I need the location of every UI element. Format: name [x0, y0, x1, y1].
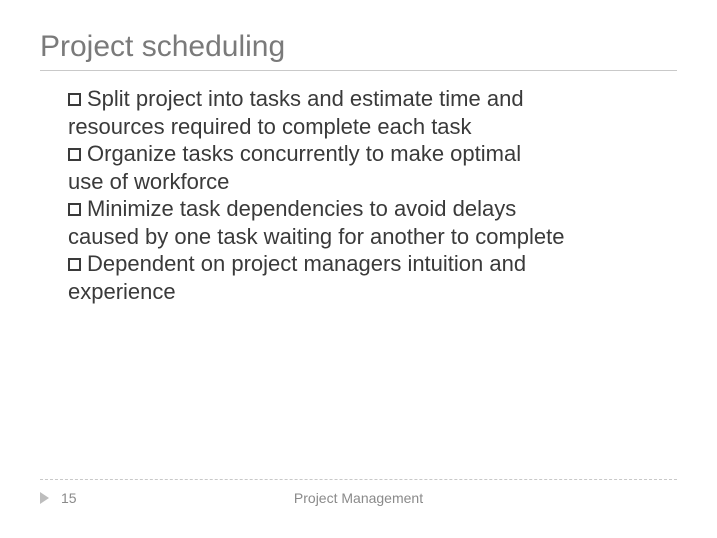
- slide: Project scheduling Split project into ta…: [0, 0, 717, 538]
- bullet-text: task dependencies to avoid delays: [174, 196, 516, 221]
- square-bullet-icon: [68, 258, 81, 271]
- square-bullet-icon: [68, 203, 81, 216]
- bullet-continuation: experience: [68, 278, 677, 306]
- bullet-continuation: resources required to complete each task: [68, 113, 677, 141]
- slide-body: Split project into tasks and estimate ti…: [40, 85, 677, 305]
- footer-line: 15 Project Management: [40, 490, 677, 506]
- bullet-text: tasks concurrently to make optimal: [176, 141, 521, 166]
- footer-divider: [40, 479, 677, 480]
- bullet-text: on project managers intuition and: [195, 251, 526, 276]
- slide-title: Project scheduling: [40, 30, 677, 64]
- bullet-lead: Organize: [87, 141, 176, 166]
- bullet-item: Dependent on project managers intuition …: [68, 250, 677, 278]
- bullet-continuation: caused by one task waiting for another t…: [68, 223, 677, 251]
- square-bullet-icon: [68, 93, 81, 106]
- bullet-item: Organize tasks concurrently to make opti…: [68, 140, 677, 168]
- bullet-item: Split project into tasks and estimate ti…: [68, 85, 677, 113]
- footer-label: Project Management: [294, 490, 423, 506]
- bullet-item: Minimize task dependencies to avoid dela…: [68, 195, 677, 223]
- title-underline: [40, 70, 677, 71]
- triangle-icon: [40, 492, 49, 504]
- bullet-lead: Minimize: [87, 196, 174, 221]
- bullet-lead: Split: [87, 86, 130, 111]
- bullet-text: project into tasks and estimate time and: [130, 86, 524, 111]
- square-bullet-icon: [68, 148, 81, 161]
- page-number: 15: [61, 490, 91, 506]
- bullet-lead: Dependent: [87, 251, 195, 276]
- slide-footer: 15 Project Management: [40, 479, 677, 506]
- bullet-continuation: use of workforce: [68, 168, 677, 196]
